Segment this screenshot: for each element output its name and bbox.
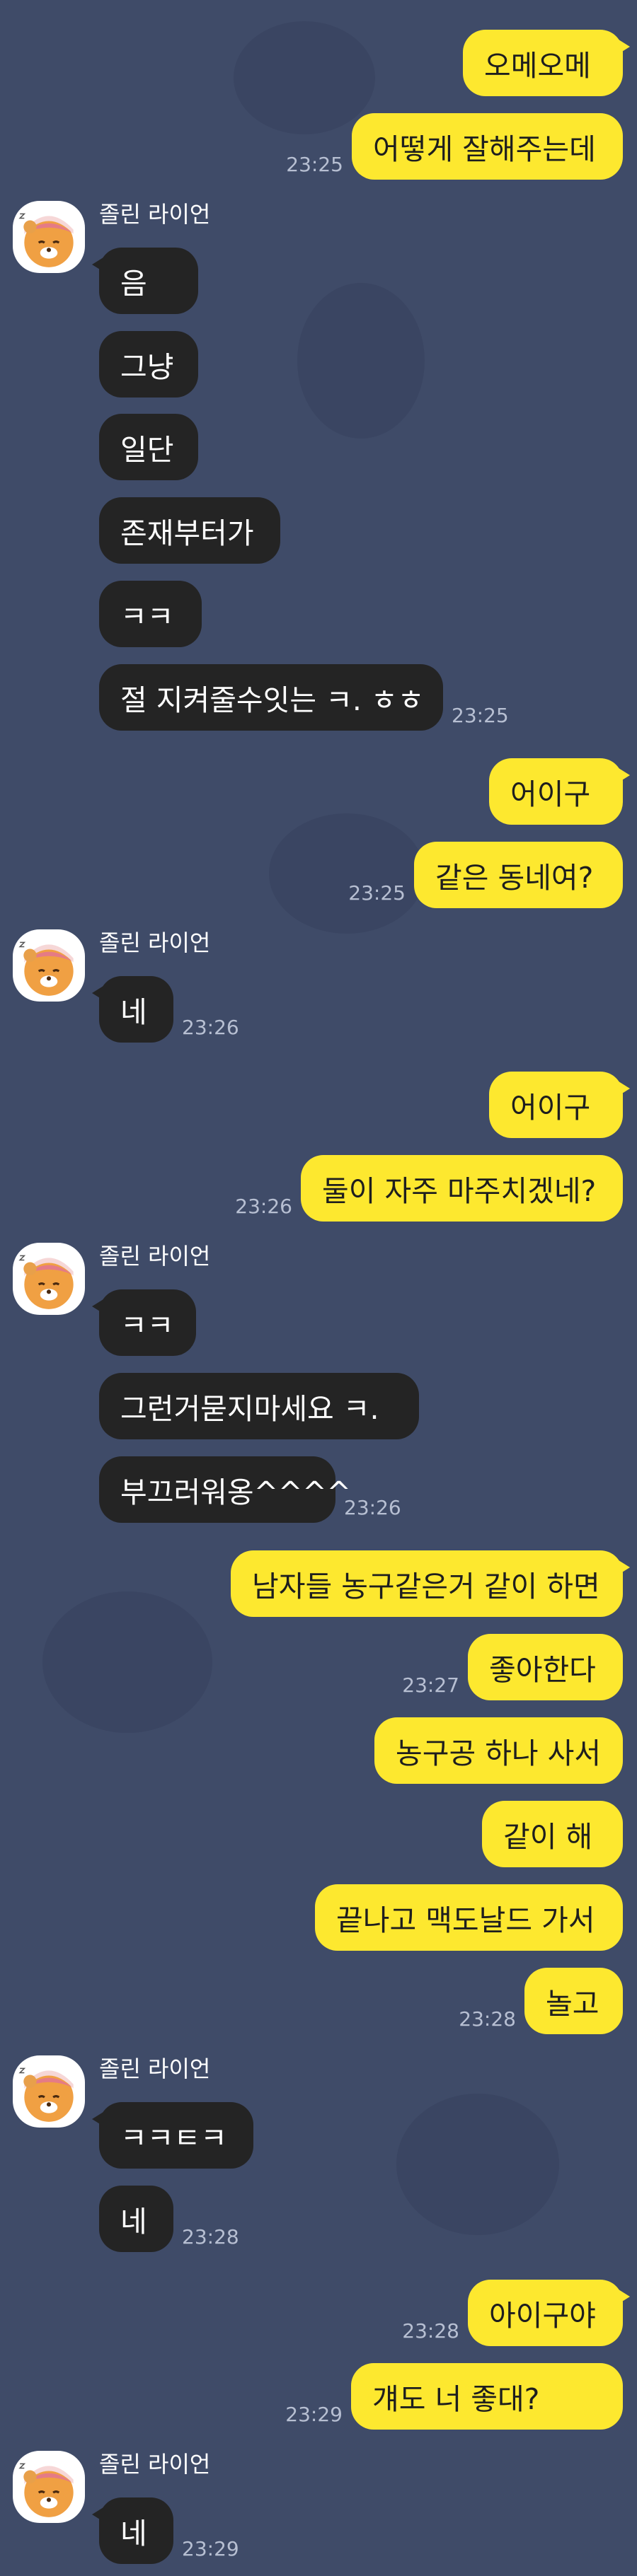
- my-message-bubble[interactable]: 농구공 하나 사서: [374, 1717, 623, 1784]
- my-message-bubble[interactable]: 둘이 자주 마주치겠네?: [301, 1155, 623, 1222]
- their-message-bubble[interactable]: 일단: [99, 414, 198, 480]
- sender-name: 졸린 라이언: [99, 201, 211, 228]
- their-message-bubble[interactable]: 네: [92, 976, 173, 1043]
- sender-avatar[interactable]: [13, 2055, 85, 2128]
- background-doodle: [234, 21, 375, 134]
- background-doodle: [297, 283, 425, 439]
- message-timestamp: 23:28: [182, 2225, 239, 2249]
- their-message-bubble[interactable]: ㅋㅋ: [99, 581, 202, 647]
- my-message-bubble[interactable]: 걔도 너 좋대?: [351, 2363, 623, 2430]
- sender-name: 졸린 라이언: [99, 1243, 211, 1270]
- their-message-bubble[interactable]: 부끄러워옹^^^^: [99, 1456, 351, 1523]
- my-message-bubble[interactable]: 아이구야: [468, 2280, 630, 2346]
- message-timestamp: 23:26: [182, 1016, 239, 1039]
- my-message-bubble[interactable]: 오메오메: [463, 30, 630, 96]
- my-message-bubble[interactable]: 남자들 농구같은거 같이 하면: [231, 1550, 630, 1617]
- their-message-bubble[interactable]: 음: [92, 248, 198, 314]
- message-timestamp: 23:26: [235, 1195, 292, 1218]
- their-message-bubble[interactable]: 그냥: [99, 331, 198, 398]
- my-message-bubble[interactable]: 같이 해: [482, 1801, 623, 1867]
- their-message-bubble[interactable]: ㅋㅋㅌㅋ: [92, 2102, 253, 2169]
- my-message-bubble[interactable]: 어이구: [489, 1072, 630, 1138]
- chat-room[interactable]: 오메오메 어떻게 잘해주는데 23:25 졸린 라이언 음 그냥 일단 존재부터가 ㅋㅋ 절 지켜…: [0, 0, 637, 2576]
- message-timestamp: 23:25: [286, 153, 343, 176]
- sender-avatar[interactable]: [13, 201, 85, 273]
- sender-avatar[interactable]: [13, 929, 85, 1002]
- my-message-bubble[interactable]: 어떻게 잘해주는데: [352, 113, 623, 180]
- message-timestamp: 23:28: [459, 2007, 516, 2031]
- message-timestamp: 23:27: [402, 1673, 459, 1697]
- ryan-sleeping-icon: [18, 213, 74, 267]
- message-timestamp: 23:29: [285, 2403, 343, 2426]
- message-timestamp: 23:28: [402, 2319, 459, 2343]
- background-doodle: [42, 1591, 212, 1733]
- background-doodle: [396, 2094, 559, 2235]
- message-timestamp: 23:26: [344, 1496, 401, 1519]
- sender-name: 졸린 라이언: [99, 2451, 211, 2478]
- sender-name: 졸린 라이언: [99, 929, 211, 956]
- message-timestamp: 23:25: [452, 704, 509, 727]
- their-message-bubble[interactable]: 네: [92, 2497, 173, 2564]
- my-message-bubble[interactable]: 좋아한다: [468, 1634, 623, 1700]
- my-message-bubble[interactable]: 놀고: [524, 1968, 623, 2034]
- my-message-bubble[interactable]: 어이구: [489, 758, 630, 825]
- message-timestamp: 23:25: [348, 881, 406, 905]
- their-message-bubble[interactable]: 절 지켜줄수잇는 ㅋ. ㅎㅎ: [99, 664, 443, 731]
- ryan-sleeping-icon: [18, 2463, 74, 2517]
- sender-avatar[interactable]: [13, 2451, 85, 2523]
- ryan-sleeping-icon: [18, 2067, 74, 2122]
- my-message-bubble[interactable]: 같은 동네여?: [414, 842, 623, 908]
- sender-name: 졸린 라이언: [99, 2055, 211, 2082]
- sender-avatar[interactable]: [13, 1243, 85, 1315]
- their-message-bubble[interactable]: 네: [99, 2186, 173, 2252]
- their-message-bubble[interactable]: 존재부터가: [99, 497, 280, 564]
- their-message-bubble[interactable]: ㅋㅋ: [92, 1289, 196, 1356]
- background-doodle: [269, 813, 425, 934]
- their-message-bubble[interactable]: 그런거묻지마세요 ㅋ.: [99, 1373, 419, 1439]
- ryan-sleeping-icon: [18, 941, 74, 996]
- message-timestamp: 23:29: [182, 2537, 239, 2560]
- my-message-bubble[interactable]: 끝나고 맥도날드 가서: [315, 1884, 623, 1951]
- ryan-sleeping-icon: [18, 1255, 74, 1309]
